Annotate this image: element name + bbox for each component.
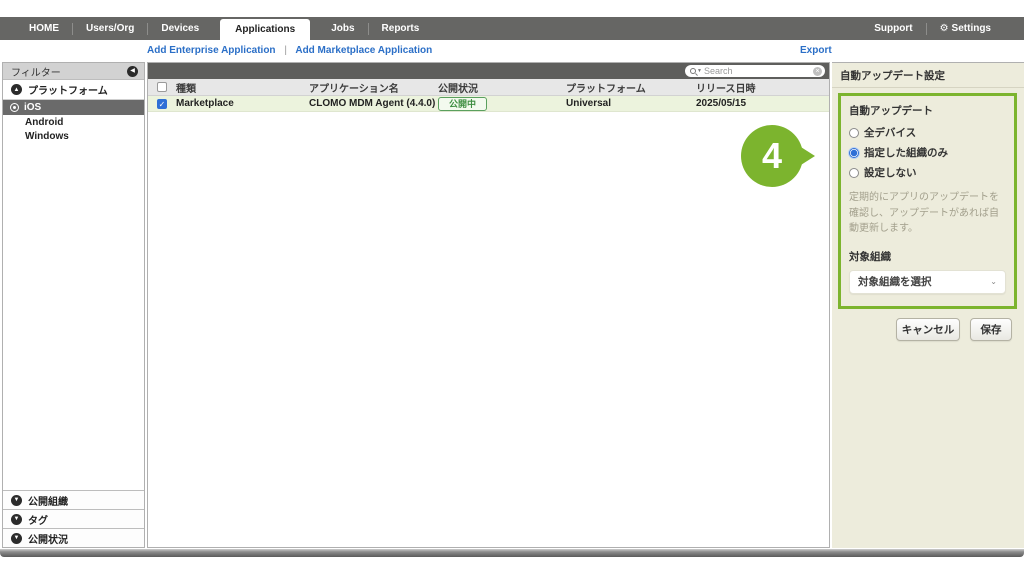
- radio-icon-selected[interactable]: [849, 148, 859, 158]
- nav-item-jobs[interactable]: Jobs: [318, 23, 367, 34]
- clomo-admin-window: HOME Users/Org Devices Applications Jobs…: [0, 0, 1024, 576]
- column-header-type[interactable]: 種類: [176, 80, 309, 95]
- search-input[interactable]: [704, 66, 813, 76]
- filter-section-publication-status[interactable]: ▼ 公開状況: [3, 528, 144, 547]
- nav-item-devices[interactable]: Devices: [148, 23, 212, 34]
- radio-option-specified-orgs[interactable]: 指定した組織のみ: [849, 145, 1006, 160]
- row-application-name: CLOMO MDM Agent (4.4.0): [309, 98, 438, 109]
- select-all-checkbox[interactable]: [157, 82, 167, 92]
- filter-section-label: 公開組織: [28, 493, 68, 508]
- nav-item-users-org[interactable]: Users/Org: [73, 23, 147, 34]
- selected-filter-icon: [10, 103, 19, 112]
- gear-icon: ⚙: [940, 23, 949, 34]
- window-bottom-edge: [0, 549, 1024, 557]
- filter-item-windows[interactable]: Windows: [3, 129, 144, 143]
- chevron-down-icon: ▼: [11, 495, 22, 506]
- chevron-up-icon: ▲: [11, 84, 22, 95]
- cancel-button[interactable]: キャンセル: [896, 318, 960, 341]
- radio-label: 全デバイス: [864, 125, 916, 140]
- nav-item-reports[interactable]: Reports: [369, 23, 433, 34]
- auto-update-label: 自動アップデート: [849, 103, 1006, 118]
- step-4-callout-badge: 4: [741, 125, 803, 187]
- table-header-row: 種類 アプリケーション名 公開状況 プラットフォーム リリース日時: [148, 79, 829, 96]
- auto-update-radio-group: 全デバイス 指定した組織のみ 設定しない: [849, 125, 1006, 180]
- clear-search-icon[interactable]: ×: [813, 67, 822, 76]
- add-enterprise-application-link[interactable]: Add Enterprise Application: [147, 45, 276, 56]
- top-navigation: HOME Users/Org Devices Applications Jobs…: [0, 17, 1024, 40]
- collapsed-filter-sections: ▼ 公開組織 ▼ タグ ▼ 公開状況: [3, 490, 144, 547]
- callout-number: 4: [762, 135, 782, 177]
- radio-option-do-not-set[interactable]: 設定しない: [849, 165, 1006, 180]
- column-header-status[interactable]: 公開状況: [438, 80, 566, 95]
- nav-item-home[interactable]: HOME: [16, 23, 72, 34]
- search-icon: [690, 68, 696, 74]
- column-header-release-date[interactable]: リリース日時: [696, 80, 829, 95]
- nav-tabs: HOME Users/Org Devices Applications Jobs…: [0, 17, 432, 40]
- filter-section-label: 公開状況: [28, 531, 68, 546]
- filter-sidebar-header: フィルター ◀: [3, 63, 144, 80]
- radio-label: 指定した組織のみ: [864, 145, 948, 160]
- filter-title: フィルター: [11, 64, 127, 79]
- radio-label: 設定しない: [864, 165, 917, 180]
- row-release-date: 2025/05/15: [696, 98, 829, 109]
- settings-link[interactable]: ⚙ Settings: [927, 23, 1004, 34]
- column-header-application-name[interactable]: アプリケーション名: [309, 80, 438, 95]
- radio-icon[interactable]: [849, 168, 859, 178]
- chevron-down-icon: ▼: [11, 514, 22, 525]
- chevron-left-icon[interactable]: ◀: [127, 66, 138, 77]
- save-button[interactable]: 保存: [970, 318, 1012, 341]
- support-link[interactable]: Support: [861, 23, 925, 34]
- radio-option-all-devices[interactable]: 全デバイス: [849, 125, 1006, 140]
- search-box[interactable]: ▼ ×: [685, 65, 825, 77]
- row-status-cell: 公開中: [438, 97, 566, 111]
- filter-item-label: iOS: [24, 102, 41, 113]
- target-organization-select[interactable]: 対象組織を選択 ⌄: [849, 270, 1006, 294]
- add-marketplace-application-link[interactable]: Add Marketplace Application: [295, 45, 432, 56]
- row-checkbox-checked[interactable]: ✓: [157, 99, 167, 109]
- filter-item-ios-selected[interactable]: iOS: [3, 100, 144, 115]
- status-badge: 公開中: [438, 97, 487, 111]
- application-actions: Add Enterprise Application | Add Marketp…: [147, 45, 432, 56]
- chevron-down-icon: ▼: [11, 533, 22, 544]
- target-organization-label: 対象組織: [849, 249, 1006, 264]
- panel-buttons: キャンセル 保存: [832, 318, 1012, 341]
- table-toolbar: ▼ ×: [148, 63, 829, 79]
- table-row[interactable]: ✓ Marketplace CLOMO MDM Agent (4.4.0) 公開…: [148, 96, 829, 112]
- filter-section-published-org[interactable]: ▼ 公開組織: [3, 490, 144, 509]
- auto-update-settings-panel: 自動アップデート設定 自動アップデート 全デバイス 指定した組織のみ 設定しない…: [832, 62, 1024, 548]
- nav-tab-applications-active[interactable]: Applications: [220, 19, 310, 40]
- dropdown-selected-value: 対象組織を選択: [858, 274, 990, 289]
- chevron-down-icon: ⌄: [990, 277, 997, 286]
- row-type: Marketplace: [176, 98, 309, 109]
- settings-label: Settings: [952, 23, 991, 34]
- auto-update-help-text: 定期的にアプリのアップデートを確認し、アップデートがあれば自動更新します。: [849, 190, 1006, 237]
- row-platform: Universal: [566, 98, 696, 109]
- highlighted-settings-group: 自動アップデート 全デバイス 指定した組織のみ 設定しない 定期的にアプリのアッ…: [838, 93, 1017, 309]
- filter-section-tags[interactable]: ▼ タグ: [3, 509, 144, 528]
- nav-utilities: Support ⚙ Settings: [861, 17, 1024, 40]
- panel-title: 自動アップデート設定: [832, 63, 1024, 88]
- select-all-cell: [148, 82, 176, 92]
- filter-sidebar: フィルター ◀ ▲ プラットフォーム iOS Android Windows ▼…: [2, 62, 145, 548]
- application-list-area: ▼ × 種類 アプリケーション名 公開状況 プラットフォーム リリース日時 ✓ …: [147, 62, 830, 548]
- filter-item-android[interactable]: Android: [3, 115, 144, 129]
- row-checkbox-cell: ✓: [148, 99, 176, 109]
- search-scope-caret-icon[interactable]: ▼: [697, 68, 702, 74]
- radio-icon[interactable]: [849, 128, 859, 138]
- column-header-platform[interactable]: プラットフォーム: [566, 80, 696, 95]
- link-separator: |: [284, 45, 287, 56]
- filter-section-label: プラットフォーム: [28, 82, 108, 97]
- filter-section-label: タグ: [28, 512, 48, 527]
- export-link[interactable]: Export: [800, 45, 832, 56]
- filter-section-platform[interactable]: ▲ プラットフォーム: [3, 80, 144, 100]
